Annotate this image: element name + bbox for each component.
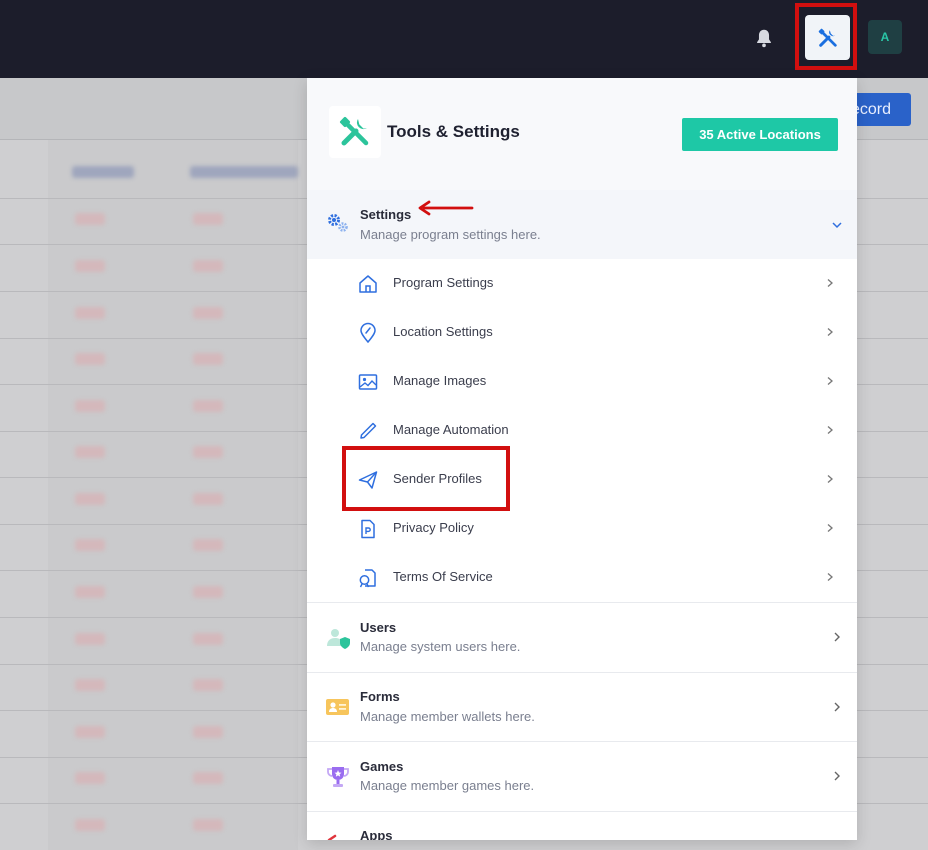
background-blurred-cell — [75, 307, 105, 319]
games-section[interactable]: Games Manage member games here. — [307, 742, 857, 811]
background-blurred-cell — [193, 539, 223, 551]
location-pin-icon — [360, 322, 376, 344]
menu-item-program-settings[interactable]: Program Settings — [307, 259, 857, 308]
id-card-icon — [326, 699, 349, 715]
background-blurred-cell — [193, 400, 223, 412]
menu-item-label: Terms Of Service — [393, 569, 493, 584]
pencil-icon — [360, 422, 377, 439]
settings-section-description: Manage program settings here. — [360, 227, 541, 242]
background-blurred-cell — [193, 213, 223, 225]
menu-item-label: Manage Automation — [393, 422, 509, 437]
users-section[interactable]: Users Manage system users here. — [307, 603, 857, 672]
apps-section-title: Apps — [360, 828, 393, 840]
forms-section-title: Forms — [360, 689, 400, 704]
chevron-right-icon — [827, 426, 833, 434]
red-arrow-annotation — [418, 200, 474, 216]
user-avatar[interactable]: A — [868, 20, 902, 54]
background-blurred-cell — [75, 353, 105, 365]
menu-item-label: Program Settings — [393, 275, 494, 290]
home-icon — [359, 275, 377, 293]
menu-item-manage-images[interactable]: Manage Images — [307, 357, 857, 406]
apps-section[interactable]: Apps — [307, 812, 857, 840]
panel-header: Tools & Settings 35 Active Locations — [307, 78, 857, 190]
document-p-icon — [361, 519, 375, 539]
background-blurred-cell — [193, 819, 223, 831]
forms-section[interactable]: Forms Manage member wallets here. — [307, 673, 857, 742]
background-blurred-cell — [75, 772, 105, 784]
background-blurred-cell — [75, 260, 105, 272]
menu-item-label: Location Settings — [393, 324, 493, 339]
background-blurred-cell — [193, 260, 223, 272]
settings-section-header[interactable]: Settings Manage program settings here. — [307, 190, 857, 259]
background-blurred-cell — [75, 213, 105, 225]
background-blurred-cell — [75, 539, 105, 551]
games-section-title: Games — [360, 759, 404, 774]
users-section-title: Users — [360, 620, 397, 635]
chevron-right-icon — [827, 279, 833, 287]
chevron-right-icon — [834, 632, 840, 642]
menu-item-label: Manage Images — [393, 373, 487, 388]
background-blurred-cell — [193, 633, 223, 645]
tools-icon — [339, 116, 369, 146]
menu-item-location-settings[interactable]: Location Settings — [307, 308, 857, 357]
active-locations-button[interactable]: 35 Active Locations — [682, 118, 838, 151]
tools-settings-logo — [329, 106, 381, 158]
menu-item-terms-of-service[interactable]: Terms Of Service — [307, 553, 857, 602]
background-blurred-header — [72, 166, 134, 178]
gears-icon — [328, 214, 348, 232]
background-blurred-cell — [193, 353, 223, 365]
chevron-right-icon — [827, 328, 833, 336]
chevron-right-icon — [827, 475, 833, 483]
background-blurred-header — [190, 166, 298, 178]
trophy-icon — [327, 767, 349, 787]
chevron-right-icon — [834, 771, 840, 781]
users-shield-icon — [327, 629, 350, 649]
bell-icon[interactable] — [753, 27, 775, 49]
apps-icon — [327, 834, 337, 840]
sender-profiles-highlight-box — [342, 446, 510, 511]
background-blurred-cell — [75, 400, 105, 412]
background-blurred-cell — [75, 819, 105, 831]
background-blurred-cell — [193, 726, 223, 738]
background-blurred-cell — [75, 586, 105, 598]
forms-section-description: Manage member wallets here. — [360, 709, 535, 724]
settings-section-title: Settings — [360, 207, 412, 222]
games-section-description: Manage member games here. — [360, 778, 535, 793]
background-blurred-cell — [75, 633, 105, 645]
menu-item-label: Privacy Policy — [393, 520, 474, 535]
terms-icon — [359, 569, 376, 588]
chevron-right-icon — [827, 573, 833, 581]
chevron-right-icon — [827, 377, 833, 385]
background-blurred-cell — [75, 726, 105, 738]
panel-title: Tools & Settings — [387, 122, 520, 141]
background-blurred-cell — [75, 493, 105, 505]
chevron-down-icon[interactable] — [831, 219, 843, 231]
background-blurred-cell — [193, 446, 223, 458]
top-navbar: A — [0, 0, 928, 78]
background-blurred-cell — [193, 493, 223, 505]
chevron-right-icon — [827, 524, 833, 532]
tools-button-highlight-box — [795, 3, 857, 70]
background-blurred-cell — [75, 679, 105, 691]
users-section-description: Manage system users here. — [360, 639, 521, 654]
background-blurred-cell — [193, 679, 223, 691]
background-blurred-cell — [193, 772, 223, 784]
image-icon — [358, 374, 378, 390]
background-blurred-cell — [75, 446, 105, 458]
background-blurred-cell — [193, 307, 223, 319]
background-blurred-cell — [193, 586, 223, 598]
menu-item-privacy-policy[interactable]: Privacy Policy — [307, 504, 857, 553]
chevron-right-icon — [834, 702, 840, 712]
